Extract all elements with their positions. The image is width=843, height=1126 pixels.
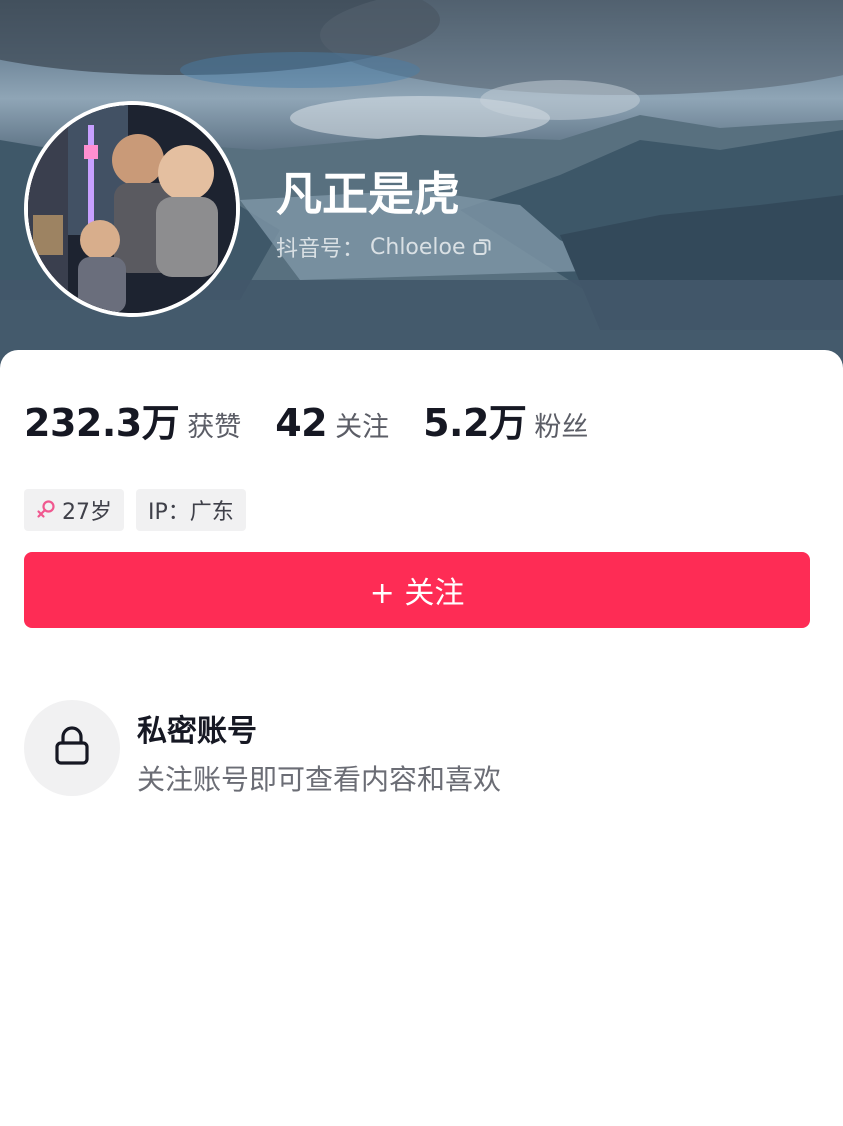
lock-icon [52,724,92,772]
age-tag: 27岁 [24,489,124,531]
follow-button[interactable]: + 关注 [24,552,810,628]
stat-followers[interactable]: 5.2万 粉丝 [423,392,588,447]
copy-icon[interactable] [472,237,492,257]
stat-value: 5.2万 [423,401,527,445]
stat-label: 获赞 [187,412,242,443]
profile-name: 凡正是虎 [276,167,460,221]
ip-tag: IP：广东 [136,489,246,531]
ip-text: IP：广东 [148,500,234,525]
profile-tags: 27岁 IP：广东 [24,489,246,531]
female-icon [36,499,56,521]
douyin-id-row[interactable]: 抖音号： Chloeloe [276,232,492,262]
private-account-title: 私密账号 [137,714,257,749]
age-text: 27岁 [62,500,112,525]
stat-label: 关注 [335,412,390,443]
stat-likes[interactable]: 232.3万 获赞 [24,392,241,447]
stat-value: 42 [275,401,328,445]
stats-row: 232.3万 获赞 42 关注 5.2万 粉丝 [24,392,622,445]
private-account-description: 关注账号即可查看内容和喜欢 [137,763,502,796]
stat-value: 232.3万 [24,401,180,445]
douyin-id-label: 抖音号： [276,237,365,262]
avatar[interactable] [24,101,240,317]
private-account-notice: 私密账号 关注账号即可查看内容和喜欢 [24,700,804,800]
douyin-id-value: Chloeloe [370,234,466,260]
stat-label: 粉丝 [534,412,589,443]
stat-following[interactable]: 42 关注 [275,401,389,445]
lock-icon-container [24,700,120,796]
